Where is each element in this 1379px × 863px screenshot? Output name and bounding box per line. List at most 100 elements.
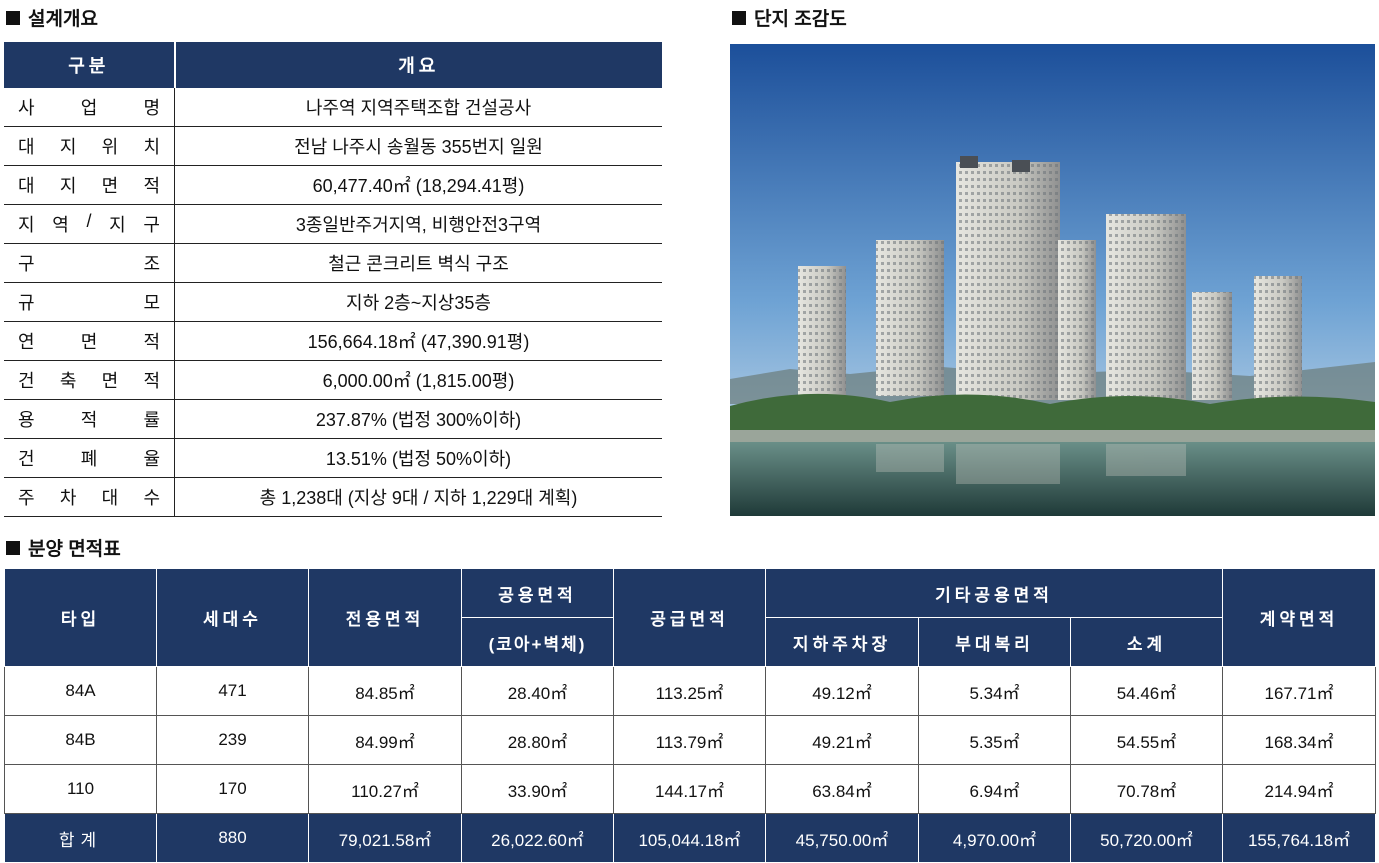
area-total-cell: 155,764.18㎡ (1222, 813, 1376, 863)
overview-row-label: 주차대수 (4, 477, 175, 517)
area-total-cell: 45,750.00㎡ (765, 813, 919, 863)
overview-row-value: 156,664.18㎡ (47,390.91평) (174, 321, 662, 361)
area-total-cell: 합계 (4, 813, 157, 863)
area-heading: 분양 면적표 (6, 534, 121, 561)
area-header-type: 타입 (4, 568, 157, 667)
overview-row-value: 철근 콘크리트 벽식 구조 (174, 243, 662, 283)
area-cell: 5.35㎡ (918, 715, 1071, 765)
area-table: 타입 세대수 전용면적 공용면적 공급면적 기타공용면적 계약면적 (코아+벽체… (4, 568, 1376, 863)
overview-title: 설계개요 (28, 9, 98, 30)
area-total-cell: 26,022.60㎡ (461, 813, 614, 863)
area-total-cell: 4,970.00㎡ (918, 813, 1071, 863)
overview-row-value: 총 1,238대 (지상 9대 / 지하 1,229대 계획) (174, 477, 662, 517)
area-header-subtotal: 소계 (1070, 617, 1223, 667)
area-cell: 63.84㎡ (765, 764, 919, 814)
birdseye-title: 단지 조감도 (754, 9, 847, 30)
area-cell: 113.25㎡ (613, 666, 766, 716)
area-row: 84B 239 84.99㎡ 28.80㎡ 113.79㎡ 49.21㎡ 5.35㎡ 54.5… (4, 715, 1376, 765)
overview-row-label-text: 지 역 / 지 구 (18, 211, 160, 235)
area-total-cell: 105,044.18㎡ (613, 813, 766, 863)
overview-row-value: 6,000.00㎡ (1,815.00평) (174, 360, 662, 400)
overview-row-value: 237.87% (법정 300%이하) (174, 399, 662, 439)
overview-row-label: 건축면적 (4, 360, 175, 400)
square-bullet-icon (732, 10, 746, 25)
area-cell: 170 (156, 764, 309, 814)
area-cell: 239 (156, 715, 309, 765)
overview-row: 건 폐 율 13.51% (법정 50%이하) (4, 438, 662, 478)
overview-row-label: 사업명 (4, 88, 175, 127)
overview-header-category: 구분 (4, 42, 175, 88)
area-header-parking: 지하주차장 (765, 617, 919, 667)
area-cell: 84B (4, 715, 157, 765)
area-cell: 84.99㎡ (308, 715, 462, 765)
overview-row-value: 3종일반주거지역, 비행안전3구역 (174, 204, 662, 244)
area-header-contract: 계약면적 (1222, 568, 1376, 667)
area-cell: 54.46㎡ (1070, 666, 1223, 716)
area-cell: 84.85㎡ (308, 666, 462, 716)
overview-row: 건 축 면 적 6,000.00㎡ (1,815.00평) (4, 360, 662, 400)
area-cell: 113.79㎡ (613, 715, 766, 765)
overview-row-label-text: 건축면적 (18, 371, 160, 391)
area-cell: 168.34㎡ (1222, 715, 1376, 765)
square-bullet-icon (6, 10, 20, 25)
area-title: 분양 면적표 (28, 539, 121, 560)
overview-body: 사 업 명 나주역 지역주택조합 건설공사 대 지 위 치 전남 나주시 송월동 355번지 일… (4, 88, 662, 517)
overview-header-row: 구분 개요 (4, 42, 662, 88)
area-total-cell: 880 (156, 813, 309, 863)
overview-row-label: 연면적 (4, 321, 175, 361)
area-cell: 214.94㎡ (1222, 764, 1376, 814)
overview-row-label-text: 대지면적 (18, 176, 160, 196)
overview-row-label: 용적률 (4, 399, 175, 439)
area-row: 110 170 110.27㎡ 33.90㎡ 144.17㎡ 63.84㎡ 6.94㎡ 70.… (4, 764, 1376, 814)
overview-row-label: 지 역 / 지 구 (4, 204, 175, 244)
area-cell: 28.40㎡ (461, 666, 614, 716)
overview-row-label-text: 규모 (18, 293, 160, 313)
area-cell: 70.78㎡ (1070, 764, 1223, 814)
area-header-amenity: 부대복리 (918, 617, 1071, 667)
overview-row: 용 적 률 237.87% (법정 300%이하) (4, 399, 662, 439)
area-total-row: 합계 880 79,021.58㎡ 26,022.60㎡ 105,044.18㎡ 45,7… (4, 813, 1376, 863)
overview-row-label-text: 연면적 (18, 332, 160, 352)
overview-row-label: 건폐율 (4, 438, 175, 478)
complex-birdseye-render (730, 44, 1375, 516)
overview-row-label: 대지위치 (4, 126, 175, 166)
area-cell: 49.21㎡ (765, 715, 919, 765)
overview-row-label-text: 대지위치 (18, 137, 160, 157)
area-cell: 33.90㎡ (461, 764, 614, 814)
overview-row-label: 규모 (4, 282, 175, 322)
overview-header-summary: 개요 (173, 42, 662, 88)
overview-row-label-text: 사업명 (18, 98, 160, 118)
overview-row: 주차대수 총 1,238대 (지상 9대 / 지하 1,229대 계획) (4, 477, 662, 517)
overview-row: 대 지 면 적 60,477.40㎡ (18,294.41평) (4, 165, 662, 205)
area-header-common: 공용면적 (461, 568, 614, 618)
overview-row: 구 조 철근 콘크리트 벽식 구조 (4, 243, 662, 283)
area-header-exclusive: 전용면적 (308, 568, 462, 667)
area-cell: 144.17㎡ (613, 764, 766, 814)
area-cell: 471 (156, 666, 309, 716)
area-cell: 6.94㎡ (918, 764, 1071, 814)
area-header-supply: 공급면적 (613, 568, 766, 667)
overview-row: 대 지 위 치 전남 나주시 송월동 355번지 일원 (4, 126, 662, 166)
birdseye-heading: 단지 조감도 (732, 4, 847, 31)
overview-row-label-text: 건폐율 (18, 449, 160, 469)
area-header-other: 기타공용면적 (765, 568, 1223, 618)
overview-row: 사 업 명 나주역 지역주택조합 건설공사 (4, 88, 662, 127)
area-cell: 28.80㎡ (461, 715, 614, 765)
overview-row: 지 역 / 지 구 3종일반주거지역, 비행안전3구역 (4, 204, 662, 244)
overview-row-label-text: 용적률 (18, 410, 160, 430)
area-cell: 167.71㎡ (1222, 666, 1376, 716)
area-cell: 54.55㎡ (1070, 715, 1223, 765)
overview-row-label: 대지면적 (4, 165, 175, 205)
overview-row-label-text: 구조 (18, 254, 160, 274)
area-cell: 110.27㎡ (308, 764, 462, 814)
overview-row-value: 60,477.40㎡ (18,294.41평) (174, 165, 662, 205)
area-body: 84A 471 84.85㎡ 28.40㎡ 113.25㎡ 49.12㎡ 5.34㎡ 54.4… (4, 666, 1376, 863)
area-header-households: 세대수 (156, 568, 309, 667)
overview-heading: 설계개요 (6, 4, 98, 31)
area-cell: 110 (4, 764, 157, 814)
area-row: 84A 471 84.85㎡ 28.40㎡ 113.25㎡ 49.12㎡ 5.34㎡ 54.4… (4, 666, 1376, 716)
overview-table: 구분 개요 사 업 명 나주역 지역주택조합 건설공사 대 지 위 치 전남 나주시 송월동 3… (4, 42, 662, 517)
overview-row-value: 나주역 지역주택조합 건설공사 (174, 88, 662, 127)
overview-row-value: 13.51% (법정 50%이하) (174, 438, 662, 478)
overview-row: 규 모 지하 2층~지상35층 (4, 282, 662, 322)
